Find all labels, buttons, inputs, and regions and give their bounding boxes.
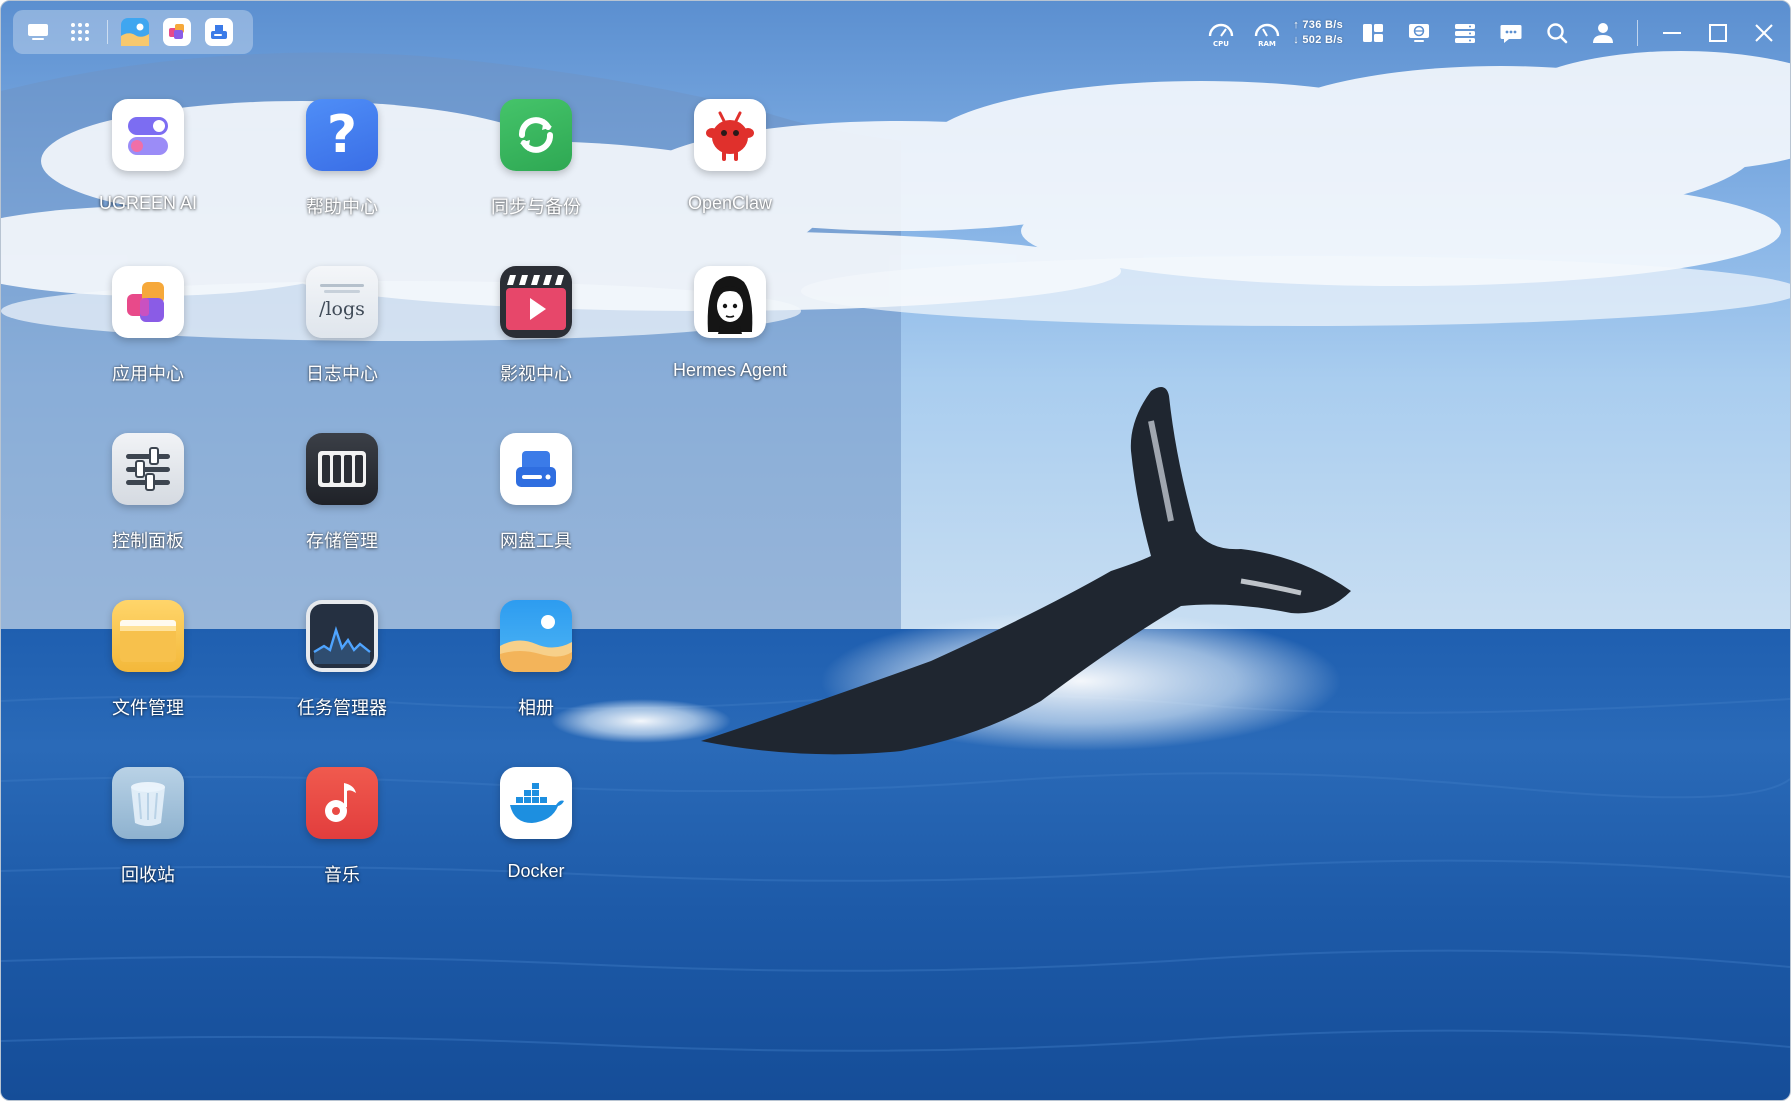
minimize-icon (1663, 32, 1681, 34)
app-music[interactable]: 音乐 (245, 767, 439, 934)
remote-access-button[interactable] (1403, 17, 1435, 49)
logs-icon: /logs (306, 266, 378, 338)
sync-icon (500, 99, 572, 171)
widgets-icon (1363, 24, 1383, 42)
tray-divider (1637, 20, 1638, 46)
control-panel-icon (112, 433, 184, 505)
desktop-icons: UGREEN AI ? 帮助中心 同步与备份 OpenClaw 应用中心 /lo… (51, 99, 827, 934)
app-docker[interactable]: Docker (439, 767, 633, 934)
app-center-icon (112, 266, 184, 338)
cpu-label: CPU (1213, 40, 1229, 48)
widgets-button[interactable] (1357, 17, 1389, 49)
openclaw-icon (694, 99, 766, 171)
app-label: 控制面板 (112, 531, 184, 551)
app-ugreen-ai[interactable]: UGREEN AI (51, 99, 245, 266)
chat-icon (1500, 25, 1522, 43)
user-icon (1593, 23, 1613, 43)
monitor-globe-icon (1409, 24, 1429, 42)
dock-disk-tool-button[interactable] (204, 17, 234, 47)
app-photos[interactable]: 相册 (439, 600, 633, 767)
app-log-center[interactable]: /logs 日志中心 (245, 266, 439, 433)
upload-speed: ↑ 736 B/s (1293, 19, 1343, 31)
app-file-manager[interactable]: 文件管理 (51, 600, 245, 767)
search-icon (1547, 23, 1568, 44)
dock-photos-button[interactable] (120, 17, 150, 47)
app-task-manager[interactable]: 任务管理器 (245, 600, 439, 767)
app-app-center[interactable]: 应用中心 (51, 266, 245, 433)
video-icon (500, 266, 572, 338)
music-icon (306, 767, 378, 839)
app-label: 存储管理 (306, 531, 378, 551)
photos-icon (121, 18, 149, 46)
maximize-icon (1709, 24, 1727, 42)
app-recycle-bin[interactable]: 回收站 (51, 767, 245, 934)
task-manager-icon (306, 600, 378, 672)
app-label: 应用中心 (112, 364, 184, 384)
app-label: UGREEN AI (98, 193, 198, 213)
app-sync-backup[interactable]: 同步与备份 (439, 99, 633, 266)
app-help-center[interactable]: ? 帮助中心 (245, 99, 439, 266)
app-label: 影视中心 (500, 364, 572, 384)
download-speed: ↓ 502 B/s (1293, 34, 1343, 46)
app-openclaw[interactable]: OpenClaw (633, 99, 827, 266)
dock-app-center-button[interactable] (162, 17, 192, 47)
show-desktop-button[interactable] (23, 17, 53, 47)
app-disk-tool[interactable]: 网盘工具 (439, 433, 633, 600)
cpu-gauge-icon: CPU (1209, 23, 1234, 48)
dock-divider (107, 20, 108, 44)
maximize-button[interactable] (1702, 17, 1734, 49)
close-button[interactable] (1748, 17, 1780, 49)
minimize-button[interactable] (1656, 17, 1688, 49)
app-label: 帮助中心 (306, 197, 378, 217)
app-label: 网盘工具 (500, 531, 572, 551)
hermes-icon (694, 266, 766, 338)
taskbar-dock (13, 10, 253, 54)
app-label: 同步与备份 (491, 197, 581, 217)
messages-button[interactable] (1495, 17, 1527, 49)
ram-label: RAM (1258, 40, 1276, 48)
app-launcher-button[interactable] (65, 17, 95, 47)
app-center-icon (163, 18, 191, 46)
grid-icon (71, 23, 89, 41)
app-label: OpenClaw (687, 193, 773, 213)
trash-icon (112, 767, 184, 839)
app-label: 日志中心 (306, 364, 378, 384)
app-label: 相册 (518, 698, 554, 718)
close-icon (1755, 24, 1773, 42)
photos-icon (500, 600, 572, 672)
app-label: 任务管理器 (297, 698, 387, 718)
app-label: Hermes Agent (672, 360, 788, 380)
app-label: 文件管理 (112, 698, 184, 718)
logs-glyph: /logs (319, 298, 365, 320)
app-hermes-agent[interactable]: Hermes Agent (633, 266, 827, 433)
folder-icon (112, 600, 184, 672)
app-storage-manager[interactable]: 存储管理 (245, 433, 439, 600)
docker-icon (500, 767, 572, 839)
app-label: 音乐 (324, 865, 360, 885)
ram-monitor[interactable]: RAM (1251, 17, 1283, 49)
top-taskbar: CPU RAM ↑ 736 B/s ↓ 502 B/s (1, 1, 1790, 63)
network-speed[interactable]: ↑ 736 B/s ↓ 502 B/s (1293, 18, 1343, 48)
app-label: 回收站 (121, 865, 175, 885)
disk-tool-icon (500, 433, 572, 505)
app-label: Docker (507, 861, 565, 881)
disk-tool-icon (205, 18, 233, 46)
ram-gauge-icon: RAM (1255, 23, 1280, 48)
storage-icon (306, 433, 378, 505)
help-icon: ? (306, 99, 378, 171)
ugreen-ai-icon (112, 99, 184, 171)
cpu-monitor[interactable]: CPU (1205, 17, 1237, 49)
app-placeholder-empty (633, 600, 827, 767)
system-tray: CPU RAM ↑ 736 B/s ↓ 502 B/s (1205, 13, 1780, 53)
server-status-button[interactable] (1449, 17, 1481, 49)
app-placeholder-empty (633, 433, 827, 600)
search-button[interactable] (1541, 17, 1573, 49)
nas-desktop-window: CPU RAM ↑ 736 B/s ↓ 502 B/s UGREEN AI ? … (0, 0, 1791, 1101)
user-button[interactable] (1587, 17, 1619, 49)
app-video-center[interactable]: 影视中心 (439, 266, 633, 433)
monitor-icon (28, 24, 48, 40)
app-control-panel[interactable]: 控制面板 (51, 433, 245, 600)
server-icon (1455, 24, 1475, 43)
